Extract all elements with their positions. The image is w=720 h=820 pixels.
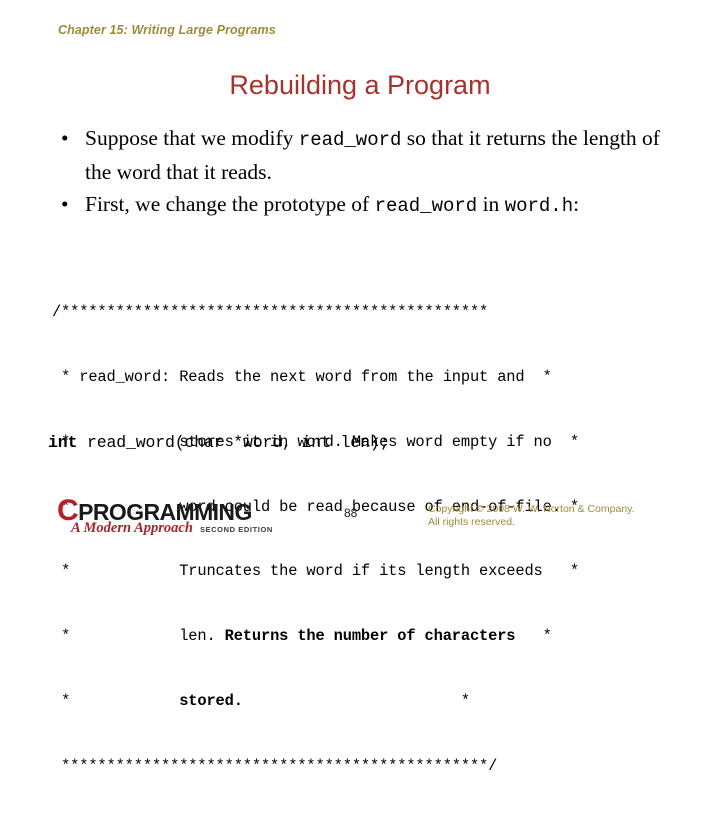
code-line-1-label: * read_word: xyxy=(52,367,180,386)
code-line-5-bold: Returns the number of characters xyxy=(224,627,516,646)
code-line-6-label: * xyxy=(52,691,180,710)
code-line-5-label: * xyxy=(52,627,180,646)
inline-code-read-word: read_word xyxy=(374,195,478,217)
bullet-marker: • xyxy=(61,126,69,150)
code-line-5-star: * xyxy=(515,627,552,646)
code-line-open: /***************************************… xyxy=(52,303,489,322)
code-prototype-line: int read_word(char *word, int len); xyxy=(48,432,389,454)
code-line-4-label: * xyxy=(52,562,180,581)
list-item: • First, we change the prototype of read_… xyxy=(48,188,684,222)
inline-code-read-word: read_word xyxy=(298,129,402,151)
chapter-header: Chapter 15: Writing Large Programs xyxy=(58,23,276,37)
list-item: • Suppose that we modify read_word so tha… xyxy=(48,122,684,188)
logo-wordmark: C PROGRAMMING xyxy=(57,496,292,526)
logo-edition: SECOND EDITION xyxy=(199,525,273,534)
code-line-4-text: Truncates the word if its length exceeds xyxy=(179,562,543,581)
slide: Chapter 15: Writing Large Programs Rebui… xyxy=(0,0,720,775)
logo-subtitle-row: A Modern Approach SECOND EDITION xyxy=(71,520,292,537)
copyright-line-2: All rights reserved. xyxy=(428,516,515,528)
prototype-signature: read_word(char *word, int len); xyxy=(77,433,390,452)
code-line-1-star: * xyxy=(524,367,552,386)
code-line-4-star: * xyxy=(542,562,579,581)
book-logo: C PROGRAMMING A Modern Approach SECOND E… xyxy=(57,496,292,537)
bullet-list: • Suppose that we modify read_word so tha… xyxy=(48,122,684,222)
code-line-2-star: * xyxy=(551,432,579,451)
logo-subtitle: A Modern Approach xyxy=(71,520,193,536)
code-line-5-text: len. xyxy=(179,627,225,646)
code-line-1: * read_word: Reads the next word from th… xyxy=(52,367,579,389)
bullet-marker: • xyxy=(61,192,69,216)
page-number: 88 xyxy=(344,506,358,520)
bullet-text-part2: in xyxy=(477,192,505,216)
code-line-4: * Truncates the word if its length excee… xyxy=(52,561,579,583)
code-line-6-bold: stored. xyxy=(179,691,243,710)
bullet-text-part1: Suppose that we modify xyxy=(85,126,299,150)
bullet-text-part1: First, we change the prototype of xyxy=(85,192,375,216)
code-line-6: * stored. * xyxy=(52,691,579,713)
code-line-close: ****************************************… xyxy=(52,756,498,775)
code-line-5: * len. Returns the number of characters … xyxy=(52,626,579,648)
inline-code-word-h: word.h xyxy=(504,195,574,217)
keyword-int: int xyxy=(48,433,78,452)
bullet-text-part3: : xyxy=(573,192,580,216)
copyright-line-1: Copyright © 2008 W. W. Norton & Company. xyxy=(428,503,635,515)
code-line-6-star: * xyxy=(242,691,470,710)
page-title: Rebuilding a Program xyxy=(229,70,491,100)
code-line-1-text: Reads the next word from the input and xyxy=(179,367,525,386)
copyright-notice: Copyright © 2008 W. W. Norton & Company.… xyxy=(428,503,635,529)
